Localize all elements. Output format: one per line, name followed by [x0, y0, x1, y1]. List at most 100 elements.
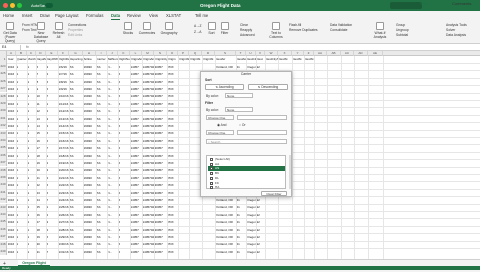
cell[interactable]: AS [97, 191, 107, 195]
cell[interactable]: 1405702 [143, 80, 154, 84]
cell[interactable]: AS [97, 131, 107, 135]
cell[interactable]: 6 [47, 191, 58, 195]
column-header[interactable]: C [27, 51, 36, 56]
cell[interactable]: 41 [237, 220, 246, 224]
row-header[interactable]: 238 [0, 166, 7, 174]
cell[interactable]: 19930 [84, 220, 96, 224]
cell[interactable]: 6 [119, 139, 130, 143]
cell[interactable]: 14057 [131, 213, 142, 217]
cell[interactable]: PDX [168, 72, 178, 76]
cell[interactable]: Reporting [70, 57, 83, 61]
cell[interactable]: 30057 [155, 102, 167, 106]
cell[interactable]: 1 [28, 72, 36, 76]
cell[interactable]: 6 [119, 131, 130, 135]
cell[interactable]: 1/15/16 [59, 131, 69, 135]
descending-button[interactable]: ⇅ Descending [248, 84, 288, 90]
cell[interactable]: 9 [37, 87, 46, 91]
cell[interactable]: AS [97, 205, 107, 209]
cell[interactable]: N... [108, 131, 118, 135]
cell[interactable]: 1/11/16 [59, 102, 69, 106]
cell[interactable]: 30057 [155, 205, 167, 209]
cell[interactable]: 1 [17, 235, 27, 239]
cell[interactable]: 3 [47, 220, 58, 224]
cell[interactable]: N... [108, 65, 118, 69]
cell[interactable]: DestAir [216, 57, 236, 61]
cell[interactable]: 16 [37, 139, 46, 143]
cell[interactable]: 6 [119, 117, 130, 121]
cell[interactable]: 1 [17, 154, 27, 158]
cell[interactable]: N... [108, 220, 118, 224]
cell[interactable]: 14057 [131, 94, 142, 98]
cell[interactable]: 7 [47, 198, 58, 202]
cell[interactable]: 6 [119, 154, 130, 158]
cell[interactable]: 5 [47, 183, 58, 187]
cell[interactable]: N... [108, 191, 118, 195]
cell[interactable]: 1 [17, 250, 27, 254]
cell[interactable]: 6 [119, 228, 130, 232]
cell[interactable]: Oregon [247, 235, 256, 239]
cell[interactable]: 4 [47, 124, 58, 128]
filter-value-input-1[interactable] [237, 115, 287, 120]
sort-az-button[interactable]: A→Z [194, 24, 202, 28]
cell[interactable]: Portland, OR [216, 220, 236, 224]
filter-by-color-select[interactable]: None [225, 107, 253, 112]
column-header[interactable]: AC [341, 51, 354, 56]
cell[interactable]: 6 [47, 87, 58, 91]
cell[interactable]: 19930 [84, 131, 96, 135]
cell[interactable]: 1405702 [143, 102, 154, 106]
cell[interactable]: 1 [17, 213, 27, 217]
cell[interactable]: 1/30/16 [59, 242, 69, 246]
cell[interactable]: 1/9/16 [59, 87, 69, 91]
cell[interactable]: 1 [28, 220, 36, 224]
cell[interactable]: 14057 [131, 72, 142, 76]
cell[interactable]: 26 [37, 213, 46, 217]
remove-duplicates-button[interactable]: Remove Duplicates [289, 28, 318, 32]
refresh-all-button[interactable]: Refresh All [52, 22, 65, 39]
column-header[interactable]: W [265, 51, 278, 56]
cell[interactable]: Portland, OR [216, 213, 236, 217]
cell[interactable]: 30057 [155, 228, 167, 232]
cell[interactable]: 1 [28, 109, 36, 113]
cell[interactable]: N... [108, 183, 118, 187]
row-header[interactable]: 249 [0, 247, 7, 256]
cell[interactable]: Portland, OR [216, 228, 236, 232]
cell[interactable]: Year [8, 57, 16, 61]
cell[interactable]: AS [70, 183, 83, 187]
sort-button[interactable]: Sort [206, 22, 217, 35]
cell[interactable]: PDX [168, 109, 178, 113]
cell[interactable]: 14057 [131, 235, 142, 239]
cell[interactable]: 1/12/16 [59, 109, 69, 113]
cell[interactable]: 19930 [84, 124, 96, 128]
cell[interactable]: 2016 [8, 198, 16, 202]
cell[interactable]: N... [108, 87, 118, 91]
cell[interactable]: OriginCity [155, 57, 167, 61]
cell[interactable]: N... [108, 154, 118, 158]
cell[interactable]: N... [108, 124, 118, 128]
cell[interactable]: 1/8/16 [59, 80, 69, 84]
tab-home[interactable]: Home [3, 13, 14, 18]
tab-xlstat[interactable]: XLSTAT [166, 13, 181, 18]
cell[interactable]: 1 [17, 205, 27, 209]
cell[interactable]: 1 [28, 168, 36, 172]
cell[interactable]: OriginState [179, 57, 189, 61]
column-header[interactable]: Q [189, 51, 202, 56]
close-window-icon[interactable] [3, 3, 8, 8]
cell[interactable]: 2016 [8, 124, 16, 128]
cell[interactable]: 1 [28, 131, 36, 135]
cell[interactable]: AS [97, 242, 107, 246]
column-header[interactable]: E [46, 51, 58, 56]
cell[interactable]: 21 [37, 176, 46, 180]
cell[interactable]: 1/22/16 [59, 183, 69, 187]
column-header[interactable]: M [142, 51, 154, 56]
cell[interactable]: 19930 [84, 191, 96, 195]
cell[interactable]: 1405702 [143, 242, 154, 246]
tab-insert[interactable]: Insert [22, 13, 32, 18]
cell[interactable]: 2 [47, 161, 58, 165]
cell[interactable]: Carrier [97, 57, 107, 61]
cell[interactable]: 2016 [8, 213, 16, 217]
cell[interactable]: AS [70, 213, 83, 217]
cell[interactable]: N... [108, 161, 118, 165]
cell[interactable]: OriginAir [143, 57, 154, 61]
checkbox-icon[interactable] [210, 167, 213, 171]
row-header[interactable]: 240 [0, 181, 7, 189]
